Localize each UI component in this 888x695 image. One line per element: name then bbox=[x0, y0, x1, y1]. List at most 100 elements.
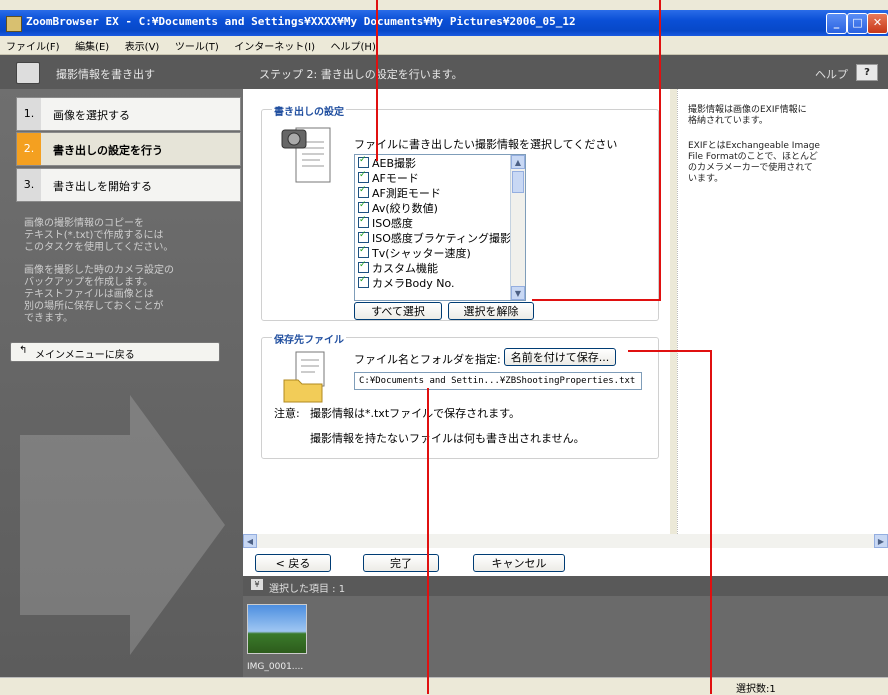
back-button[interactable]: < 戻る bbox=[255, 554, 331, 572]
app-window: ZoomBrowser EX - C:¥Documents and Settin… bbox=[0, 0, 888, 695]
step-header-title: ステップ 2: 書き出しの設定を行います。 bbox=[259, 68, 463, 81]
export-settings-group: 書き出しの設定 ファイルに書き出したい撮影情報を選択してください AEB撮影 A… bbox=[261, 103, 659, 321]
save-path-field[interactable]: C:¥Documents and Settin...¥ZBShootingPro… bbox=[354, 372, 642, 390]
checkbox-label: カスタム機能 bbox=[372, 262, 438, 275]
checkbox-item[interactable]: AF測距モード bbox=[355, 185, 525, 200]
save-as-button[interactable]: 名前を付けて保存... bbox=[504, 348, 616, 366]
note-label: 注意: bbox=[274, 407, 300, 420]
menu-internet[interactable]: インターネット(I) bbox=[228, 36, 321, 53]
scroll-left-icon[interactable]: ◀ bbox=[243, 534, 257, 548]
checkbox[interactable] bbox=[358, 185, 369, 198]
task-title: 撮影情報を書き出す bbox=[56, 68, 155, 81]
close-button[interactable]: ✕ bbox=[867, 13, 888, 34]
menu-bar: ファイル(F) 編集(E) 表示(V) ツール(T) インターネット(I) ヘル… bbox=[0, 36, 888, 55]
title-bar[interactable]: ZoomBrowser EX - C:¥Documents and Settin… bbox=[0, 10, 888, 36]
minimize-button[interactable]: _ bbox=[826, 13, 847, 34]
step-label: 画像を選択する bbox=[53, 109, 130, 122]
checkbox-item[interactable]: AEB撮影 bbox=[355, 155, 525, 170]
checkbox[interactable] bbox=[358, 260, 369, 273]
checklist-scrollbar[interactable]: ▲ ▼ bbox=[510, 155, 525, 300]
help-button[interactable]: ? bbox=[856, 64, 878, 81]
help-label[interactable]: ヘルプ bbox=[815, 66, 848, 82]
checkbox-label: ISO感度ブラケティング撮影 bbox=[372, 232, 512, 245]
menu-view[interactable]: 表示(V) bbox=[119, 36, 166, 53]
window-title: ZoomBrowser EX - C:¥Documents and Settin… bbox=[26, 15, 576, 28]
deselect-button[interactable]: 選択を解除 bbox=[448, 302, 534, 320]
checkbox-item[interactable]: カスタム機能 bbox=[355, 260, 525, 275]
callout-line bbox=[376, 0, 378, 161]
scroll-right-icon[interactable]: ▶ bbox=[874, 534, 888, 548]
export-task-icon bbox=[16, 62, 40, 84]
export-settings-legend: 書き出しの設定 bbox=[272, 103, 346, 118]
checkbox-item[interactable]: AFモード bbox=[355, 170, 525, 185]
step-label: 書き出しを開始する bbox=[53, 180, 152, 193]
task-description-1: 画像の撮影情報のコピーを テキスト(*.txt)で作成するには このタスクを使用… bbox=[24, 218, 174, 253]
checkbox[interactable] bbox=[358, 230, 369, 243]
wizard-nav: < 戻る 完了 キャンセル bbox=[243, 548, 888, 576]
selected-items-bar: ¥ 選択した項目 : 1 bbox=[243, 576, 888, 596]
maximize-button[interactable]: □ bbox=[847, 13, 868, 34]
checkbox-label: AFモード bbox=[372, 172, 419, 185]
scroll-thumb[interactable] bbox=[512, 171, 524, 193]
select-all-button[interactable]: すべて選択 bbox=[354, 302, 442, 320]
step-2-button[interactable]: 2. 書き出しの設定を行う bbox=[16, 132, 241, 166]
app-icon bbox=[6, 16, 22, 32]
help-text-1: 撮影情報は画像のEXIF情報に 格納されています。 bbox=[688, 105, 807, 126]
task-header: 撮影情報を書き出す bbox=[0, 55, 243, 89]
checkbox[interactable] bbox=[358, 275, 369, 288]
export-instruction: ファイルに書き出したい撮影情報を選択してください bbox=[354, 138, 618, 151]
task-description-2: 画像を撮影した時のカメラ設定の バックアップを作成します。 テキストファイルは画… bbox=[24, 265, 174, 324]
decorative-arrow-icon bbox=[20, 395, 225, 655]
step-1-button[interactable]: 1. 画像を選択する bbox=[16, 97, 241, 131]
thumbnail-image[interactable] bbox=[247, 604, 307, 654]
checkbox-item[interactable]: ISO感度ブラケティング撮影 bbox=[355, 230, 525, 245]
task-panel: 撮影情報を書き出す 1. 画像を選択する 2. 書き出しの設定を行う 3. 書き… bbox=[0, 55, 243, 677]
thumbnail-caption: IMG_0001.... bbox=[247, 662, 304, 672]
settings-content: 書き出しの設定 ファイルに書き出したい撮影情報を選択してください AEB撮影 A… bbox=[243, 89, 670, 534]
shooting-info-checklist[interactable]: AEB撮影 AFモード AF測距モード Av(絞り数値) ISO感度 ISO感度… bbox=[354, 154, 526, 301]
status-bar: 選択数:1 bbox=[0, 677, 888, 695]
note-text-2: 撮影情報を持たないファイルは何も書き出されません。 bbox=[310, 432, 585, 445]
checkbox-item[interactable]: ISO感度 bbox=[355, 215, 525, 230]
callout-line bbox=[532, 299, 661, 301]
menu-tools[interactable]: ツール(T) bbox=[169, 36, 225, 53]
checkbox-label: カメラBody No. bbox=[372, 277, 455, 290]
step-label: 書き出しの設定を行う bbox=[53, 144, 163, 157]
cancel-button[interactable]: キャンセル bbox=[473, 554, 565, 572]
file-folder-label: ファイル名とフォルダを指定: bbox=[354, 353, 501, 366]
checkbox-label: Av(絞り数値) bbox=[372, 202, 438, 215]
help-text-2: EXIFとはExchangeable Image File Formatのことで… bbox=[688, 141, 820, 184]
checkbox-item[interactable]: Tv(シャッター速度) bbox=[355, 245, 525, 260]
help-pane: 撮影情報は画像のEXIF情報に 格納されています。 EXIFとはExchange… bbox=[677, 89, 888, 534]
checkbox-item[interactable]: Av(絞り数値) bbox=[355, 200, 525, 215]
checkbox-label: ISO感度 bbox=[372, 217, 413, 230]
callout-line bbox=[659, 0, 661, 301]
selected-items-label: 選択した項目 : 1 bbox=[269, 584, 346, 595]
collapse-icon[interactable]: ¥ bbox=[251, 579, 263, 590]
note-text-1: 撮影情報は*.txtファイルで保存されます。 bbox=[310, 407, 521, 420]
checkbox-label: AEB撮影 bbox=[372, 157, 417, 170]
menu-file[interactable]: ファイル(F) bbox=[0, 36, 66, 53]
checkbox[interactable] bbox=[358, 155, 369, 168]
checkbox[interactable] bbox=[358, 170, 369, 183]
camera-document-icon bbox=[281, 127, 331, 183]
folder-document-icon bbox=[283, 351, 325, 403]
scroll-down-icon[interactable]: ▼ bbox=[511, 286, 525, 300]
horizontal-scrollbar[interactable]: ◀ ▶ bbox=[243, 534, 888, 548]
checkbox[interactable] bbox=[358, 200, 369, 213]
checkbox-label: AF測距モード bbox=[372, 187, 441, 200]
checkbox[interactable] bbox=[358, 215, 369, 228]
menu-help[interactable]: ヘルプ(H) bbox=[325, 36, 382, 53]
menu-edit[interactable]: 編集(E) bbox=[69, 36, 115, 53]
step-3-button[interactable]: 3. 書き出しを開始する bbox=[16, 168, 241, 202]
step-number: 2. bbox=[17, 133, 41, 165]
main-menu-button[interactable]: ↰ メインメニューに戻る bbox=[10, 342, 220, 362]
step-number: 3. bbox=[17, 169, 41, 201]
callout-line bbox=[628, 350, 712, 352]
scroll-up-icon[interactable]: ▲ bbox=[511, 155, 525, 169]
checkbox[interactable] bbox=[358, 245, 369, 258]
callout-line bbox=[710, 350, 712, 694]
selection-count: 選択数:1 bbox=[736, 684, 776, 695]
checkbox-item[interactable]: カメラBody No. bbox=[355, 275, 525, 290]
thumbnail-strip: IMG_0001.... bbox=[243, 596, 888, 677]
